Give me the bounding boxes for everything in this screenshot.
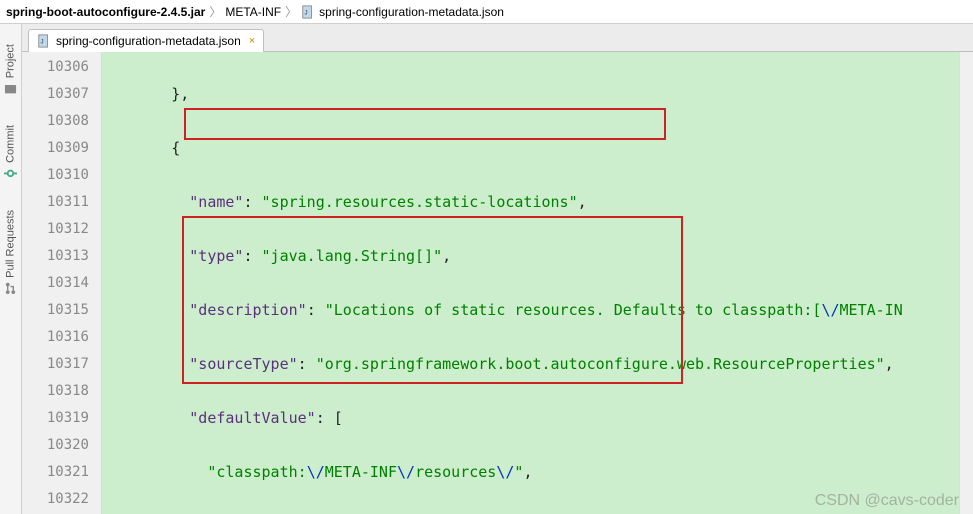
vertical-scrollbar[interactable] [959,52,973,514]
json-file-icon: J [37,34,51,48]
pull-request-icon [4,282,17,295]
breadcrumb: spring-boot-autoconfigure-2.4.5.jar 〉 ME… [0,0,973,24]
tool-tab-project[interactable]: Project [4,44,17,95]
line-number-gutter: 10306 10307 10308 10309 10310 10311 1031… [22,52,102,514]
project-icon [4,82,17,95]
code-editor[interactable]: 10306 10307 10308 10309 10310 10311 1031… [22,52,973,514]
breadcrumb-item-folder[interactable]: META-INF [225,5,281,19]
tool-window-bar: Project Commit Pull Requests [0,24,22,514]
tab-label: spring-configuration-metadata.json [56,34,241,48]
tool-tab-commit[interactable]: Commit [4,125,17,180]
chevron-right-icon: 〉 [209,3,221,20]
tool-tab-pull-requests[interactable]: Pull Requests [4,210,17,295]
editor-tabs: J spring-configuration-metadata.json × [0,24,973,52]
json-file-icon: J [301,5,315,19]
breadcrumb-item-jar[interactable]: spring-boot-autoconfigure-2.4.5.jar [6,5,205,19]
tab-active-file[interactable]: J spring-configuration-metadata.json × [28,29,264,52]
breadcrumb-item-file[interactable]: J spring-configuration-metadata.json [301,5,504,19]
commit-icon [4,167,17,180]
watermark: CSDN @cavs-coder [815,492,959,510]
svg-text:J: J [305,9,308,16]
code-content[interactable]: }, { "name": "spring.resources.static-lo… [102,52,973,514]
close-icon[interactable]: × [249,35,255,47]
chevron-right-icon: 〉 [285,3,297,20]
svg-text:J: J [41,39,44,46]
